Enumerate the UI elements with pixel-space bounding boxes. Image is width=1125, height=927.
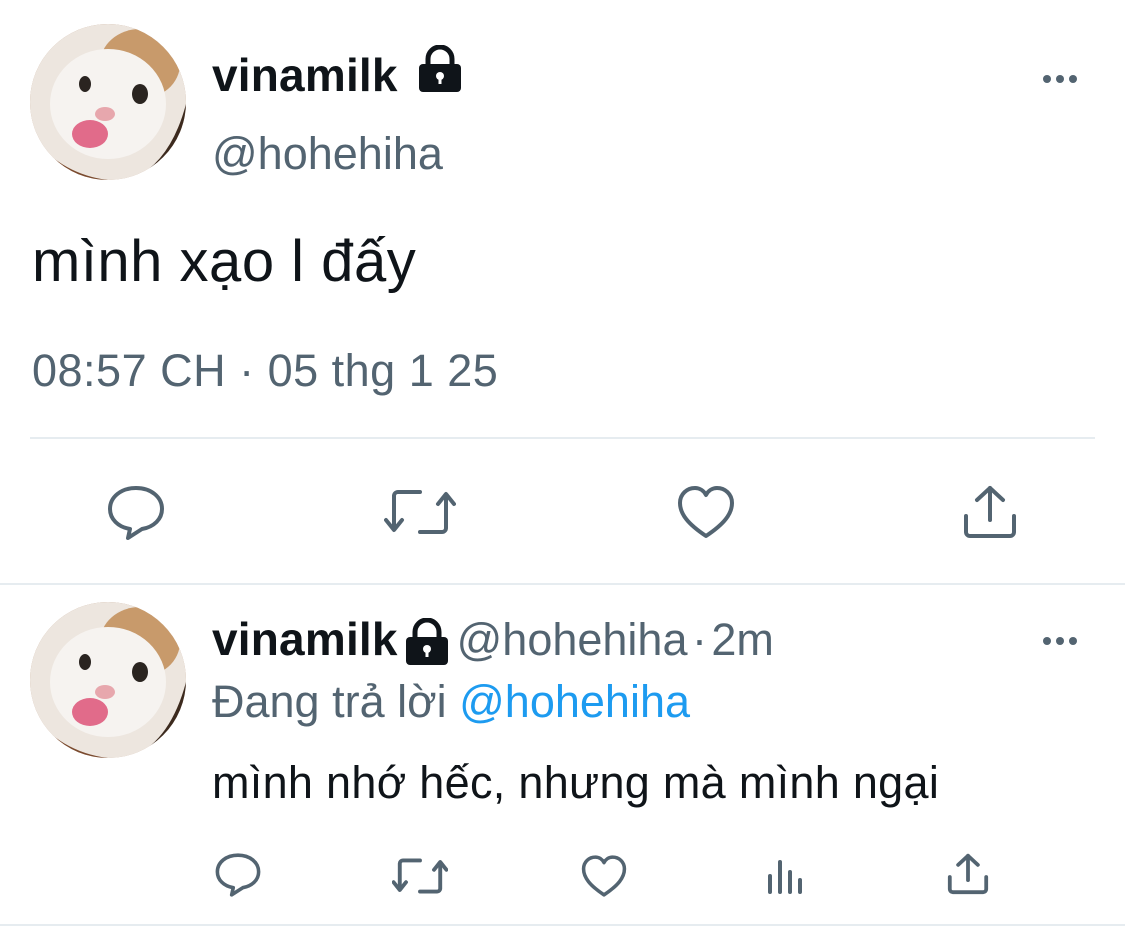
like-icon[interactable] <box>580 854 628 898</box>
divider <box>0 924 1125 926</box>
divider <box>0 583 1125 585</box>
lock-icon <box>415 44 465 104</box>
reply-icon[interactable] <box>214 852 262 898</box>
share-icon[interactable] <box>946 852 990 896</box>
avatar[interactable] <box>30 24 186 180</box>
reply-icon[interactable] <box>106 484 166 542</box>
reply-display-name[interactable]: vinamilk <box>212 613 398 665</box>
analytics-icon[interactable] <box>766 856 806 896</box>
reply-header: vinamilk @hohehiha · 2m <box>212 612 774 677</box>
divider <box>30 437 1095 439</box>
like-icon[interactable] <box>676 484 736 540</box>
mention-link[interactable]: @hohehiha <box>459 676 690 727</box>
display-name[interactable]: vinamilk <box>212 44 465 108</box>
reply-separator: · <box>691 614 707 665</box>
retweet-icon[interactable] <box>384 484 456 540</box>
reply-time[interactable]: 2m <box>711 614 774 665</box>
reply-text: mình nhớ hếc, nhưng mà mình ngại <box>212 757 940 808</box>
display-name-text: vinamilk <box>212 49 398 101</box>
more-icon[interactable] <box>1040 632 1079 650</box>
replying-to: Đang trả lời @hohehiha <box>212 676 690 728</box>
tweet-timestamp[interactable]: 08:57 CH · 05 thg 1 25 <box>32 345 498 397</box>
share-icon[interactable] <box>961 484 1019 540</box>
lock-icon <box>402 617 452 671</box>
replying-prefix: Đang trả lời <box>212 676 447 727</box>
retweet-icon[interactable] <box>392 854 448 898</box>
reply-handle[interactable]: @hohehiha <box>457 614 688 665</box>
tweet-text: mình xạo l đấy <box>32 229 417 294</box>
reply-avatar[interactable] <box>30 602 186 758</box>
handle[interactable]: @hohehiha <box>212 128 443 180</box>
more-icon[interactable] <box>1040 70 1079 88</box>
